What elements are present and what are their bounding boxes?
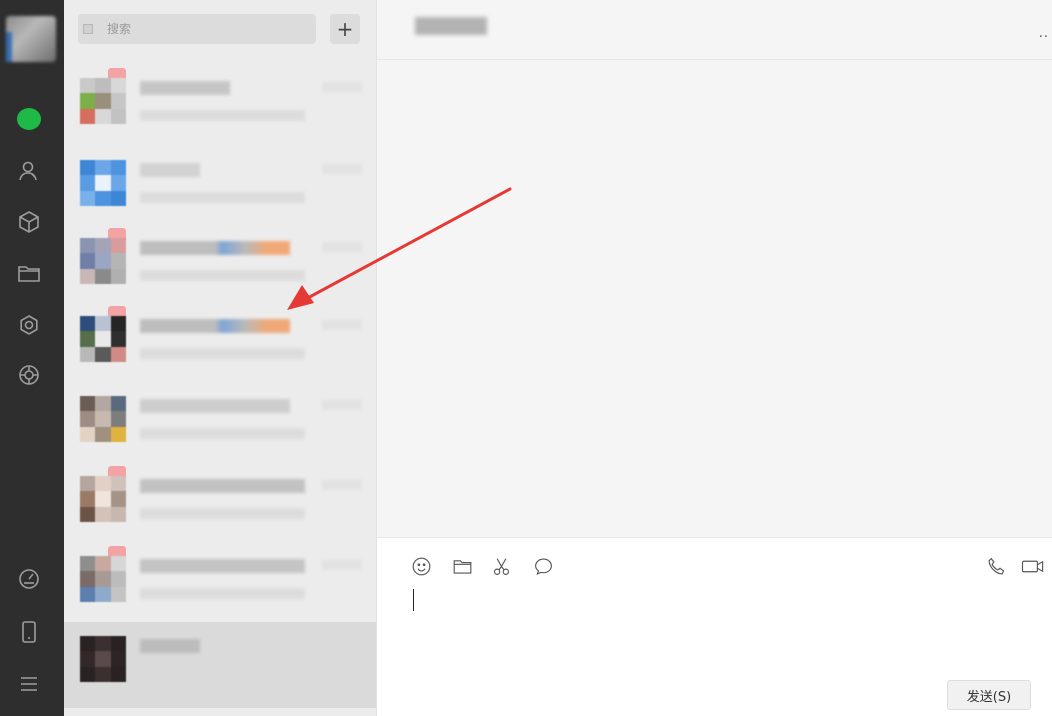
conversation-item[interactable] (64, 302, 376, 380)
conversation-item-active[interactable] (64, 622, 376, 708)
conversation-item[interactable] (64, 462, 376, 540)
avatar (80, 316, 126, 362)
contacts-icon[interactable] (16, 158, 42, 184)
message-preview-redacted (140, 588, 305, 599)
message-preview-redacted (140, 428, 305, 439)
message-area (377, 61, 1052, 537)
contact-name-redacted (140, 639, 200, 653)
contact-name-redacted (140, 163, 200, 177)
video-call-icon[interactable] (1019, 554, 1047, 578)
chat-icon[interactable] (17, 108, 41, 130)
conversation-item[interactable] (64, 382, 376, 460)
timestamp-redacted (322, 480, 362, 490)
moments-icon[interactable] (16, 362, 42, 388)
message-preview-redacted (140, 348, 305, 359)
contact-name-redacted (140, 559, 305, 573)
add-button[interactable]: + (330, 14, 360, 44)
message-preview-redacted (140, 192, 305, 203)
contact-name-redacted (140, 479, 305, 493)
search-icon (83, 24, 93, 34)
conversation-item[interactable] (64, 146, 376, 224)
disk-icon[interactable] (16, 566, 42, 592)
avatar (80, 556, 126, 602)
contact-name-redacted (140, 241, 290, 255)
conversation-item[interactable] (64, 224, 376, 302)
phone-icon[interactable] (16, 619, 42, 645)
emoji-icon[interactable] (409, 554, 433, 578)
menu-icon[interactable] (16, 671, 42, 697)
contact-name-redacted (140, 81, 230, 95)
conversation-item[interactable] (64, 64, 376, 142)
message-preview-redacted (140, 270, 305, 281)
conversation-item[interactable] (64, 542, 376, 620)
chat-title-redacted (415, 17, 487, 35)
contact-name-redacted (140, 319, 290, 333)
avatar (80, 78, 126, 124)
timestamp-redacted (322, 82, 362, 92)
chat-history-icon[interactable] (531, 554, 555, 578)
search-input[interactable] (107, 22, 287, 36)
avatar (80, 160, 126, 206)
timestamp-redacted (322, 560, 362, 570)
voice-call-icon[interactable] (984, 554, 1008, 578)
avatar (80, 238, 126, 284)
folder-icon[interactable] (16, 260, 42, 286)
more-options-button[interactable]: .. (1039, 26, 1049, 41)
search-box[interactable] (78, 14, 316, 44)
message-input[interactable] (411, 586, 1031, 676)
file-icon[interactable] (450, 554, 474, 578)
message-preview-redacted (140, 508, 305, 519)
mini-program-icon[interactable] (16, 312, 42, 338)
timestamp-redacted (322, 164, 362, 174)
timestamp-redacted (322, 400, 362, 410)
chat-header: .. (377, 0, 1052, 60)
text-caret (413, 589, 414, 611)
chat-panel: .. 发送(S) (376, 0, 1052, 716)
conversation-list: + (64, 0, 376, 716)
nav-rail (0, 0, 64, 716)
user-avatar[interactable] (6, 16, 56, 62)
avatar (80, 476, 126, 522)
cube-icon[interactable] (16, 209, 42, 235)
avatar (80, 396, 126, 442)
send-button[interactable]: 发送(S) (947, 680, 1031, 710)
contact-name-redacted (140, 399, 290, 413)
screenshot-icon[interactable] (489, 554, 513, 578)
avatar (80, 636, 126, 682)
timestamp-redacted (322, 242, 362, 252)
timestamp-redacted (322, 320, 362, 330)
message-preview-redacted (140, 110, 305, 121)
compose-area: 发送(S) (377, 537, 1052, 716)
